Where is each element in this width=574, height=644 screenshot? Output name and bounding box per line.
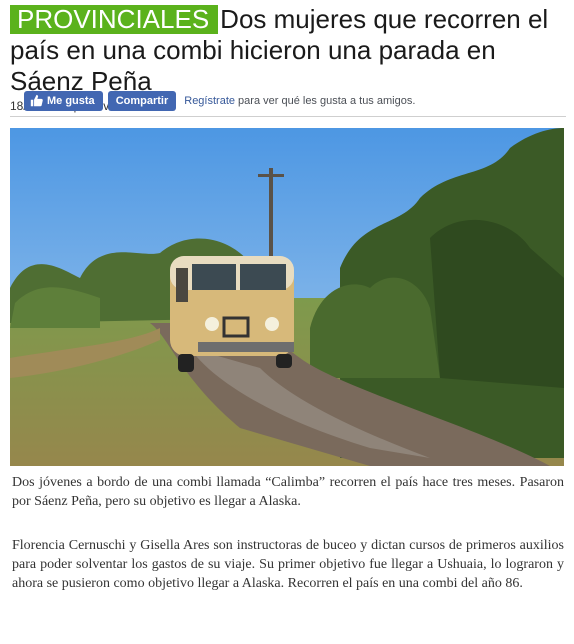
combi-van	[170, 256, 294, 372]
like-label: Me gusta	[47, 94, 95, 107]
register-link[interactable]: Regístrate	[184, 95, 235, 107]
photo-caption: Dos jóvenes a bordo de una combi llamada…	[12, 475, 564, 509]
facebook-like-button[interactable]: Me gusta	[24, 90, 103, 111]
facebook-share-button[interactable]: Compartir	[107, 90, 177, 111]
section-badge[interactable]: PROVINCIALES	[10, 5, 219, 34]
article-title: PROVINCIALES Dos mujeres que recorren el …	[10, 4, 566, 97]
article-body: Florencia Cernuschi y Gisella Ares son i…	[12, 538, 564, 591]
register-text: para ver qué les gusta a tus amigos.	[235, 94, 416, 107]
thumbs-up-icon	[30, 94, 43, 107]
facebook-bar: Me gusta Compartir Regístrate para ver q…	[24, 90, 415, 111]
combi-photo-illustration	[10, 128, 564, 466]
facebook-social-text: Regístrate para ver qué les gusta a tus …	[184, 95, 415, 107]
article-photo	[10, 128, 564, 466]
share-label: Compartir	[115, 94, 169, 107]
